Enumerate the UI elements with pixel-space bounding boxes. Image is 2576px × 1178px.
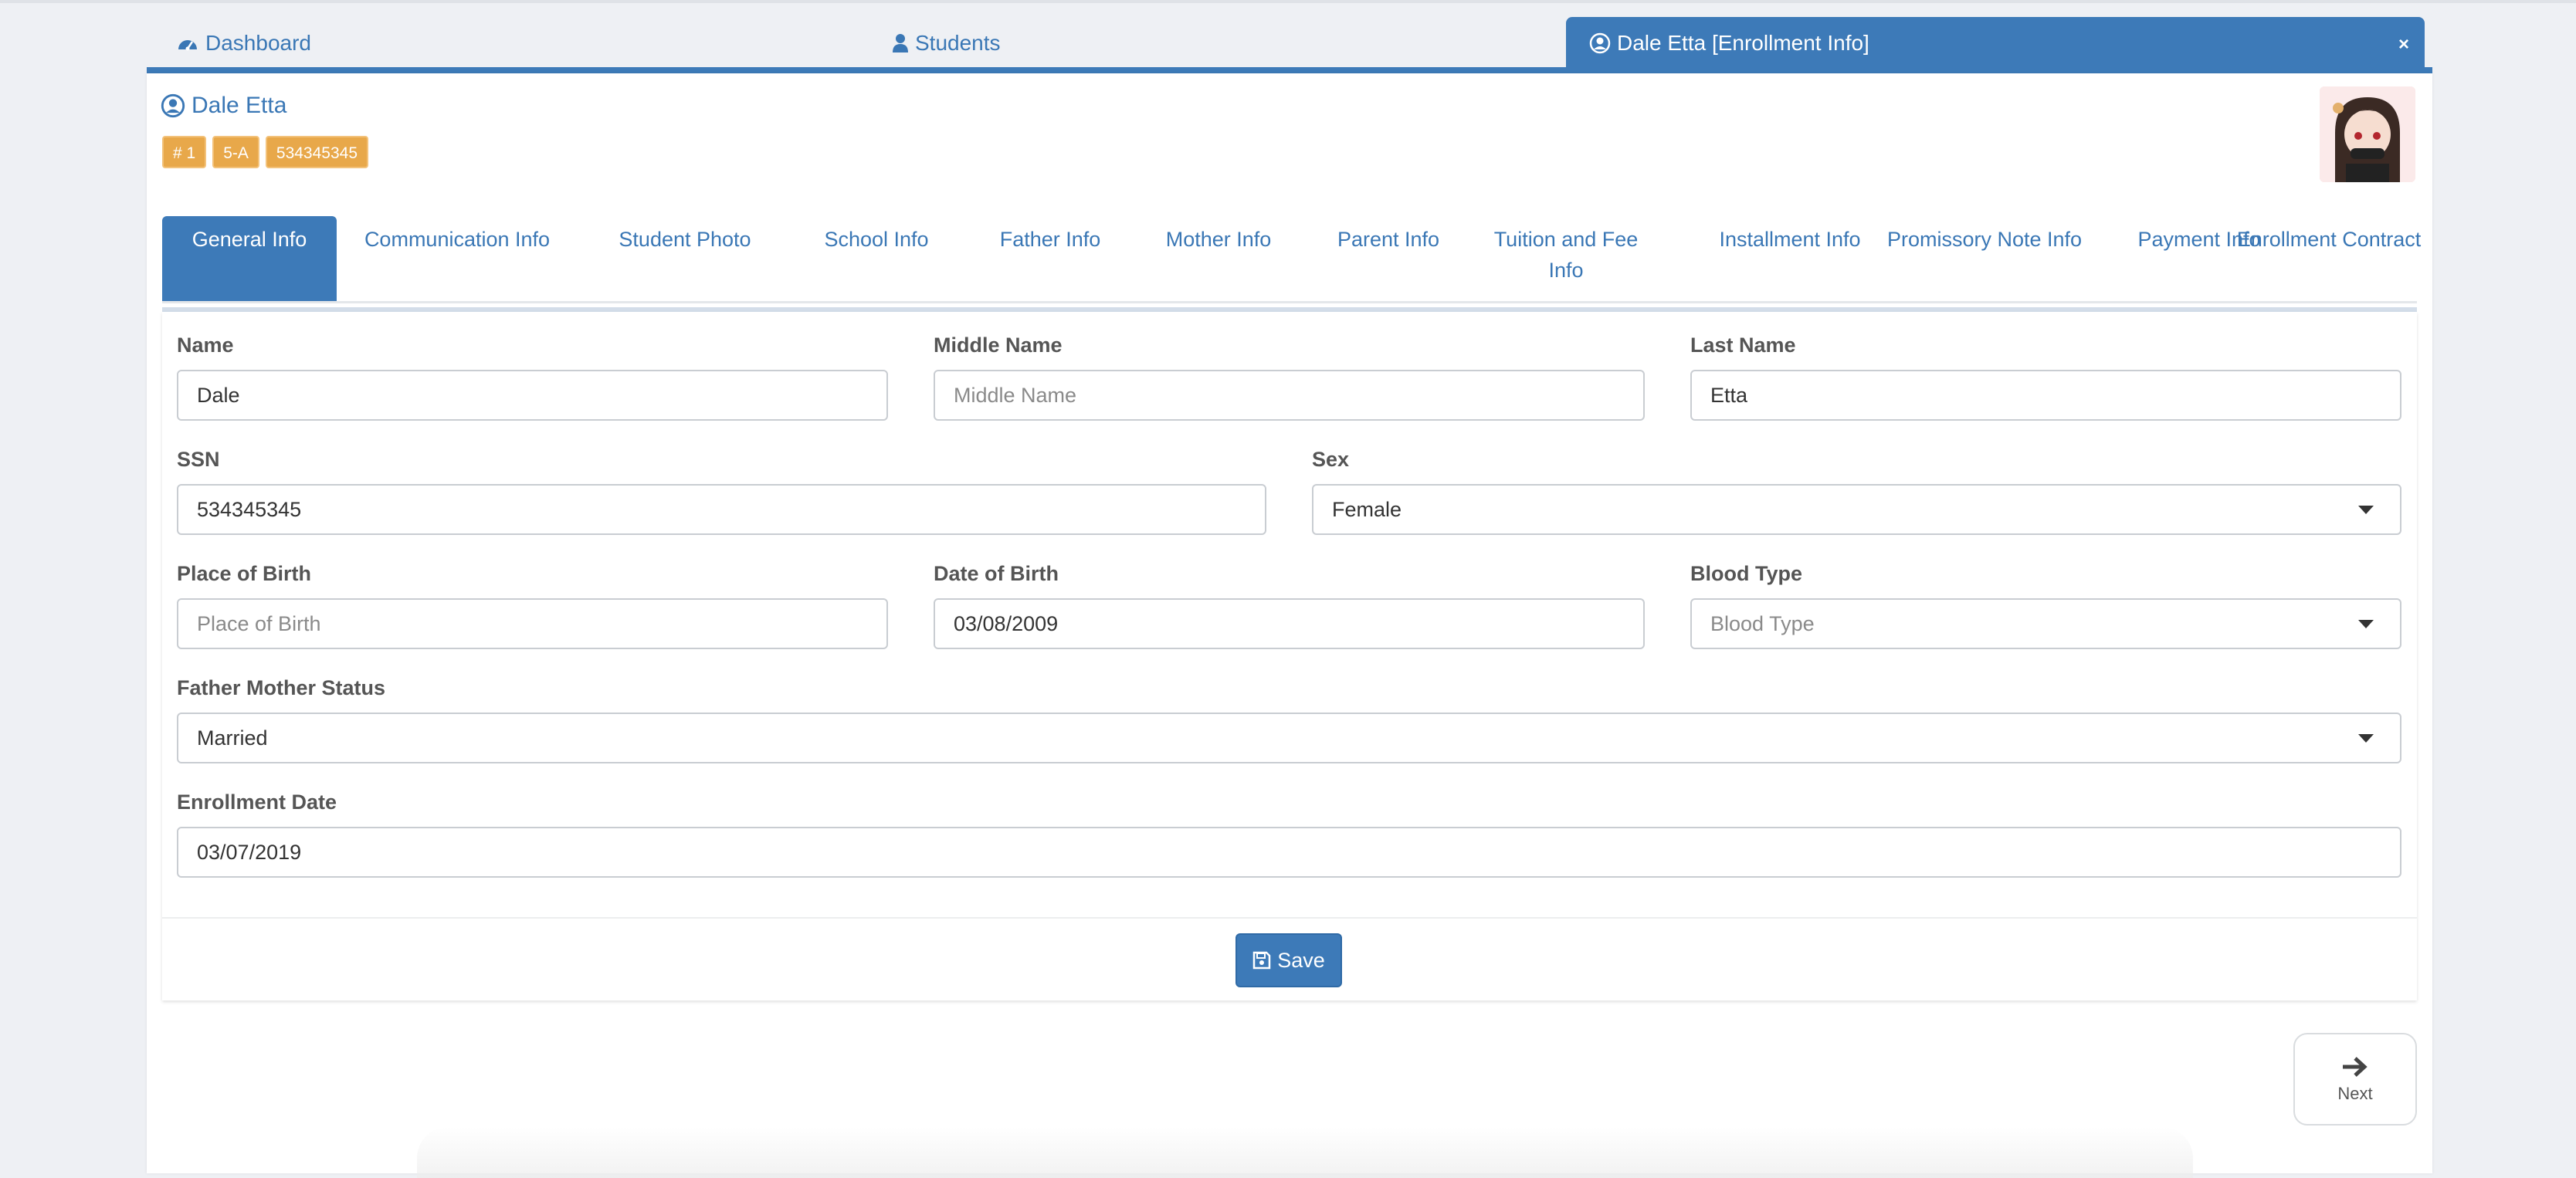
place-of-birth-input[interactable]: Place of Birth [177, 598, 888, 649]
close-icon[interactable]: × [2398, 34, 2409, 56]
ssn-badge: 534345345 [265, 136, 369, 168]
chevron-down-icon [2358, 620, 2374, 628]
father-mother-status-select[interactable]: Married [177, 713, 2401, 763]
save-label: Save [1277, 948, 1325, 972]
arrow-right-icon [2343, 1057, 2368, 1077]
tab-father-info[interactable]: Father Info [965, 216, 1135, 301]
father-mother-status-value: Married [197, 726, 268, 750]
last-name-label: Last Name [1690, 333, 1796, 357]
blood-type-label: Blood Type [1690, 562, 1802, 585]
top-edge [0, 0, 2576, 3]
tab-underline [147, 67, 2432, 73]
bottom-shadow [417, 1127, 2193, 1178]
floppy-disk-icon [1252, 951, 1271, 970]
tab-school-info[interactable]: School Info [791, 216, 961, 301]
enrollment-date-input[interactable]: 03/07/2019 [177, 827, 2401, 878]
tab-enrollment-contract[interactable]: Enrollment Contract [2213, 216, 2445, 301]
date-of-birth-label: Date of Birth [934, 562, 1059, 585]
tab-general-info[interactable]: General Info [162, 216, 337, 301]
student-badges: # 1 5-A 534345345 [162, 136, 369, 168]
chevron-down-icon [2358, 734, 2374, 743]
place-of-birth-label: Place of Birth [177, 562, 312, 585]
blood-type-placeholder: Blood Type [1710, 611, 1815, 635]
tab-dashboard-label: Dashboard [205, 31, 311, 55]
class-badge: 5-A [212, 136, 259, 168]
blood-type-select[interactable]: Blood Type [1690, 598, 2401, 649]
student-name: Dale Etta [192, 93, 287, 118]
father-mother-status-label: Father Mother Status [177, 676, 386, 699]
user-icon [893, 34, 908, 52]
sub-tab-bar: General Info Communication Info Student … [162, 216, 2421, 303]
ssn-label: SSN [177, 448, 220, 471]
middle-name-input[interactable]: Middle Name [934, 370, 1645, 421]
tab-communication-info[interactable]: Communication Info [341, 216, 573, 301]
user-circle-icon [1589, 32, 1611, 54]
next-button[interactable]: Next [2293, 1033, 2417, 1126]
chevron-down-icon [2358, 506, 2374, 514]
student-header: Dale Etta [161, 93, 286, 119]
enrollment-date-label: Enrollment Date [177, 790, 337, 814]
name-input[interactable]: Dale [177, 370, 888, 421]
tab-students[interactable]: Students [892, 17, 1001, 69]
user-circle-icon [161, 93, 185, 118]
date-of-birth-input[interactable]: 03/08/2009 [934, 598, 1645, 649]
next-label: Next [2337, 1084, 2373, 1103]
sex-value: Female [1332, 497, 1402, 521]
tab-dashboard[interactable]: Dashboard [176, 17, 311, 69]
id-badge: # 1 [162, 136, 207, 168]
sex-select[interactable]: Female [1312, 484, 2401, 535]
form-footer-divider [162, 917, 2417, 919]
dashboard-icon [178, 40, 197, 51]
student-avatar [2320, 86, 2415, 182]
name-label: Name [177, 333, 234, 357]
sex-label: Sex [1312, 448, 1350, 471]
tab-students-label: Students [915, 31, 1001, 55]
tab-enrollment-info[interactable]: Dale Etta [Enrollment Info] × [1566, 17, 2425, 69]
tab-student-photo[interactable]: Student Photo [588, 216, 781, 301]
last-name-input[interactable]: Etta [1690, 370, 2401, 421]
ssn-input[interactable]: 534345345 [177, 484, 1266, 535]
tab-mother-info[interactable]: Mother Info [1134, 216, 1303, 301]
tab-enrollment-info-label: Dale Etta [Enrollment Info] [1617, 31, 1869, 55]
middle-name-label: Middle Name [934, 333, 1063, 357]
save-button[interactable]: Save [1235, 933, 1342, 987]
